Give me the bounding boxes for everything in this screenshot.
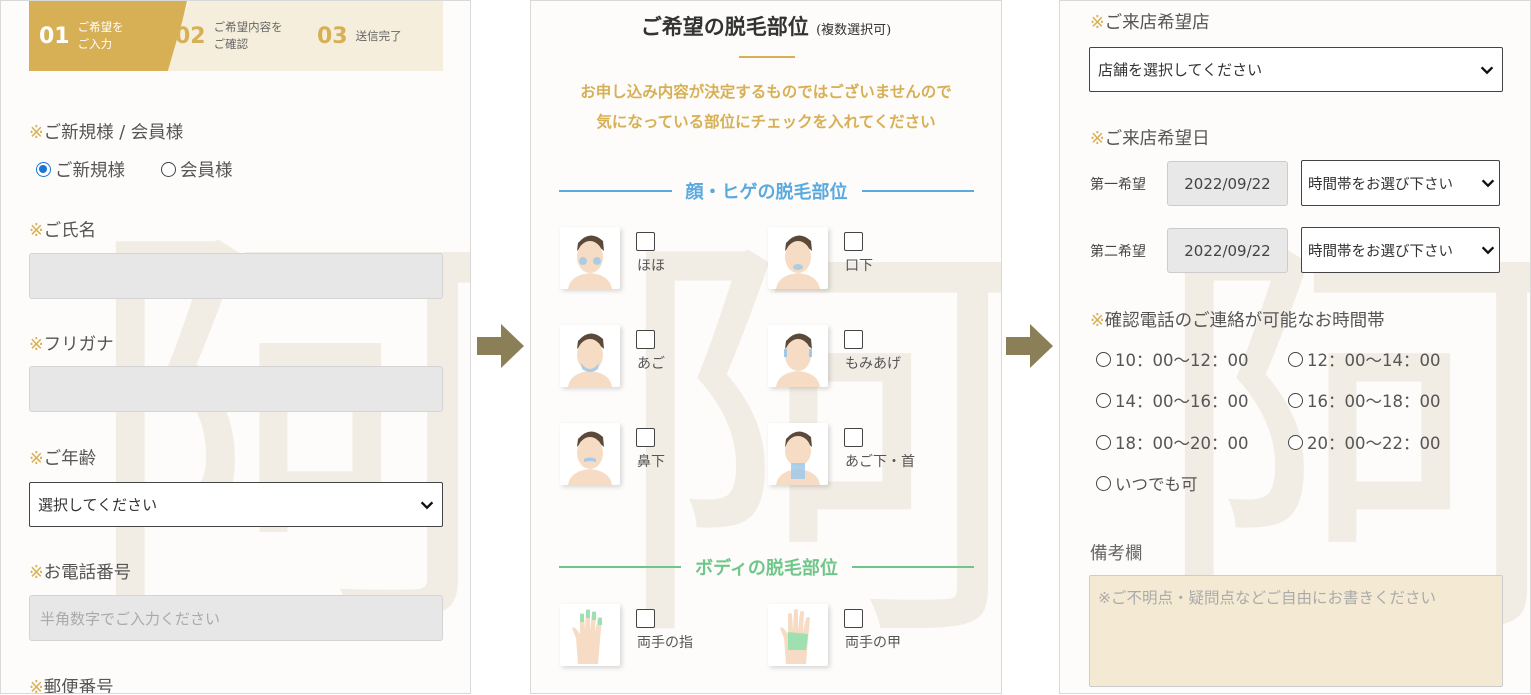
face-under-mouth-icon	[768, 227, 828, 289]
radio-unselected-icon	[1288, 351, 1303, 367]
face-sideburn-icon	[768, 325, 828, 387]
part-cheek[interactable]: ほほ	[560, 227, 750, 297]
radio-call-time-14-16[interactable]: 14：00〜16：00	[1096, 388, 1248, 412]
radio-call-time-12-14[interactable]: 12：00〜14：00	[1288, 347, 1440, 371]
part-label: 両手の甲	[845, 635, 901, 651]
radio-unselected-icon	[1096, 434, 1111, 450]
chevron-down-icon	[1481, 246, 1495, 255]
radio-member[interactable]: 会員様	[161, 157, 233, 182]
intro-line-1: お申し込み内容が決定するものではございませんので	[580, 82, 952, 101]
name-label: ※ご氏名	[29, 221, 97, 241]
second-choice-time-select[interactable]: 時間帯をお選び下さい	[1301, 227, 1500, 273]
step-indicator: 01 ご希望を ご入力 02 ご希望内容を ご確認 03 送信完了	[29, 1, 443, 71]
store-select[interactable]: 店舗を選択してください	[1089, 47, 1503, 92]
step-3: 03 送信完了	[301, 1, 443, 71]
face-chin-icon	[560, 325, 620, 387]
age-label: ※ご年齢	[29, 449, 97, 469]
part-label: あご下・首	[845, 454, 915, 470]
arrow-right-icon	[477, 324, 524, 368]
checkbox[interactable]	[844, 330, 863, 349]
radio-unselected-icon	[1096, 475, 1111, 491]
store-select-value: 店舗を選択してください	[1098, 61, 1263, 79]
part-chin[interactable]: あご	[560, 325, 750, 395]
face-under-nose-icon	[560, 423, 620, 485]
radio-call-time-20-22[interactable]: 20：00〜22：00	[1288, 430, 1440, 454]
part-label: 両手の指	[637, 635, 693, 651]
radio-call-time-anytime[interactable]: いつでも可	[1096, 471, 1198, 495]
chevron-down-icon	[1481, 179, 1495, 188]
second-choice-date[interactable]: 2022/09/22	[1167, 228, 1288, 273]
checkbox[interactable]	[844, 232, 863, 251]
part-label: もみあげ	[845, 356, 901, 372]
first-choice-time-select[interactable]: 時間帯をお選び下さい	[1301, 160, 1500, 206]
hand-back-icon	[768, 604, 828, 666]
checkbox[interactable]	[636, 330, 655, 349]
part-neck[interactable]: あご下・首	[768, 423, 958, 493]
radio-new-customer[interactable]: ご新規様	[36, 157, 125, 182]
remarks-label: 備考欄	[1090, 544, 1143, 564]
step-label: ご希望を ご入力	[77, 20, 124, 51]
checkbox[interactable]	[636, 428, 655, 447]
part-label: 口下	[845, 258, 873, 274]
treatment-area-panel: 阿 ご希望の脱毛部位 (複数選択可) お申し込み内容が決定するものではございませ…	[530, 0, 1002, 694]
part-under-nose[interactable]: 鼻下	[560, 423, 750, 493]
first-choice-label: 第一希望	[1090, 177, 1146, 193]
first-choice-date[interactable]: 2022/09/22	[1167, 161, 1288, 206]
furigana-input[interactable]	[29, 366, 443, 412]
checkbox[interactable]	[844, 609, 863, 628]
step-label: ご希望内容を ご確認	[213, 20, 283, 51]
age-select-value: 選択してください	[38, 496, 158, 514]
step-number: 03	[317, 23, 348, 49]
second-choice-label: 第二希望	[1090, 244, 1146, 260]
phone-label: ※お電話番号	[29, 563, 132, 583]
phone-input[interactable]: 半角数字でご入力ください	[29, 595, 443, 641]
part-label: ほほ	[637, 258, 665, 274]
radio-unselected-icon	[1288, 434, 1303, 450]
radio-unselected-icon	[1096, 392, 1111, 408]
first-time-value: 時間帯をお選び下さい	[1308, 176, 1453, 193]
call-time-label: ※確認電話のご連絡が可能なお時間帯	[1090, 311, 1385, 331]
postal-label: ※郵便番号	[29, 678, 114, 694]
section-title: ご希望の脱毛部位 (複数選択可)	[640, 14, 892, 39]
member-type-label: ※ご新規様 / 会員様	[29, 123, 184, 143]
checkbox[interactable]	[844, 428, 863, 447]
store-label: ※ご来店希望店	[1090, 13, 1210, 33]
radio-unselected-icon	[161, 162, 176, 177]
furigana-label: ※フリガナ	[29, 335, 114, 355]
radio-call-time-16-18[interactable]: 16：00〜18：00	[1288, 388, 1440, 412]
chevron-down-icon	[420, 500, 434, 509]
reservation-panel: 阿 ※ご来店希望店 店舗を選択してください ※ご来店希望日 第一希望 2022/…	[1059, 0, 1531, 694]
intro-line-2: 気になっている部位にチェックを入れてください	[596, 112, 936, 131]
arrow-right-icon	[1006, 324, 1053, 368]
radio-selected-icon	[36, 162, 51, 177]
face-neck-icon	[768, 423, 828, 485]
step-1-active: 01 ご希望を ご入力	[29, 1, 187, 71]
second-time-value: 時間帯をお選び下さい	[1308, 243, 1453, 260]
step-number: 01	[39, 23, 70, 49]
remarks-textarea[interactable]: ※ご不明点・疑問点などご自由にお書きください	[1089, 575, 1503, 687]
input-form-panel: 阿 01 ご希望を ご入力 02 ご希望内容を ご確認 03 送信完了 ※ご新規…	[0, 0, 471, 694]
part-back-of-hand[interactable]: 両手の甲	[768, 604, 958, 674]
radio-call-time-18-20[interactable]: 18：00〜20：00	[1096, 430, 1248, 454]
hand-fingers-icon	[560, 604, 620, 666]
part-sideburn[interactable]: もみあげ	[768, 325, 958, 395]
checkbox[interactable]	[636, 609, 655, 628]
step-label: 送信完了	[355, 28, 402, 43]
chevron-down-icon	[1480, 65, 1494, 74]
radio-call-time-10-12[interactable]: 10：00〜12：00	[1096, 347, 1248, 371]
part-under-mouth[interactable]: 口下	[768, 227, 958, 297]
name-input[interactable]	[29, 253, 443, 299]
radio-unselected-icon	[1288, 392, 1303, 408]
checkbox[interactable]	[636, 232, 655, 251]
visit-date-label: ※ご来店希望日	[1090, 129, 1210, 149]
radio-unselected-icon	[1096, 351, 1111, 367]
part-fingers[interactable]: 両手の指	[560, 604, 750, 674]
part-label: あご	[637, 356, 665, 372]
face-section-heading: 顔・ヒゲの脱毛部位	[559, 179, 974, 203]
part-label: 鼻下	[637, 454, 665, 470]
title-divider	[739, 56, 795, 58]
face-cheek-icon	[560, 227, 620, 289]
body-section-heading: ボディの脱毛部位	[559, 555, 974, 579]
age-select[interactable]: 選択してください	[29, 482, 443, 527]
